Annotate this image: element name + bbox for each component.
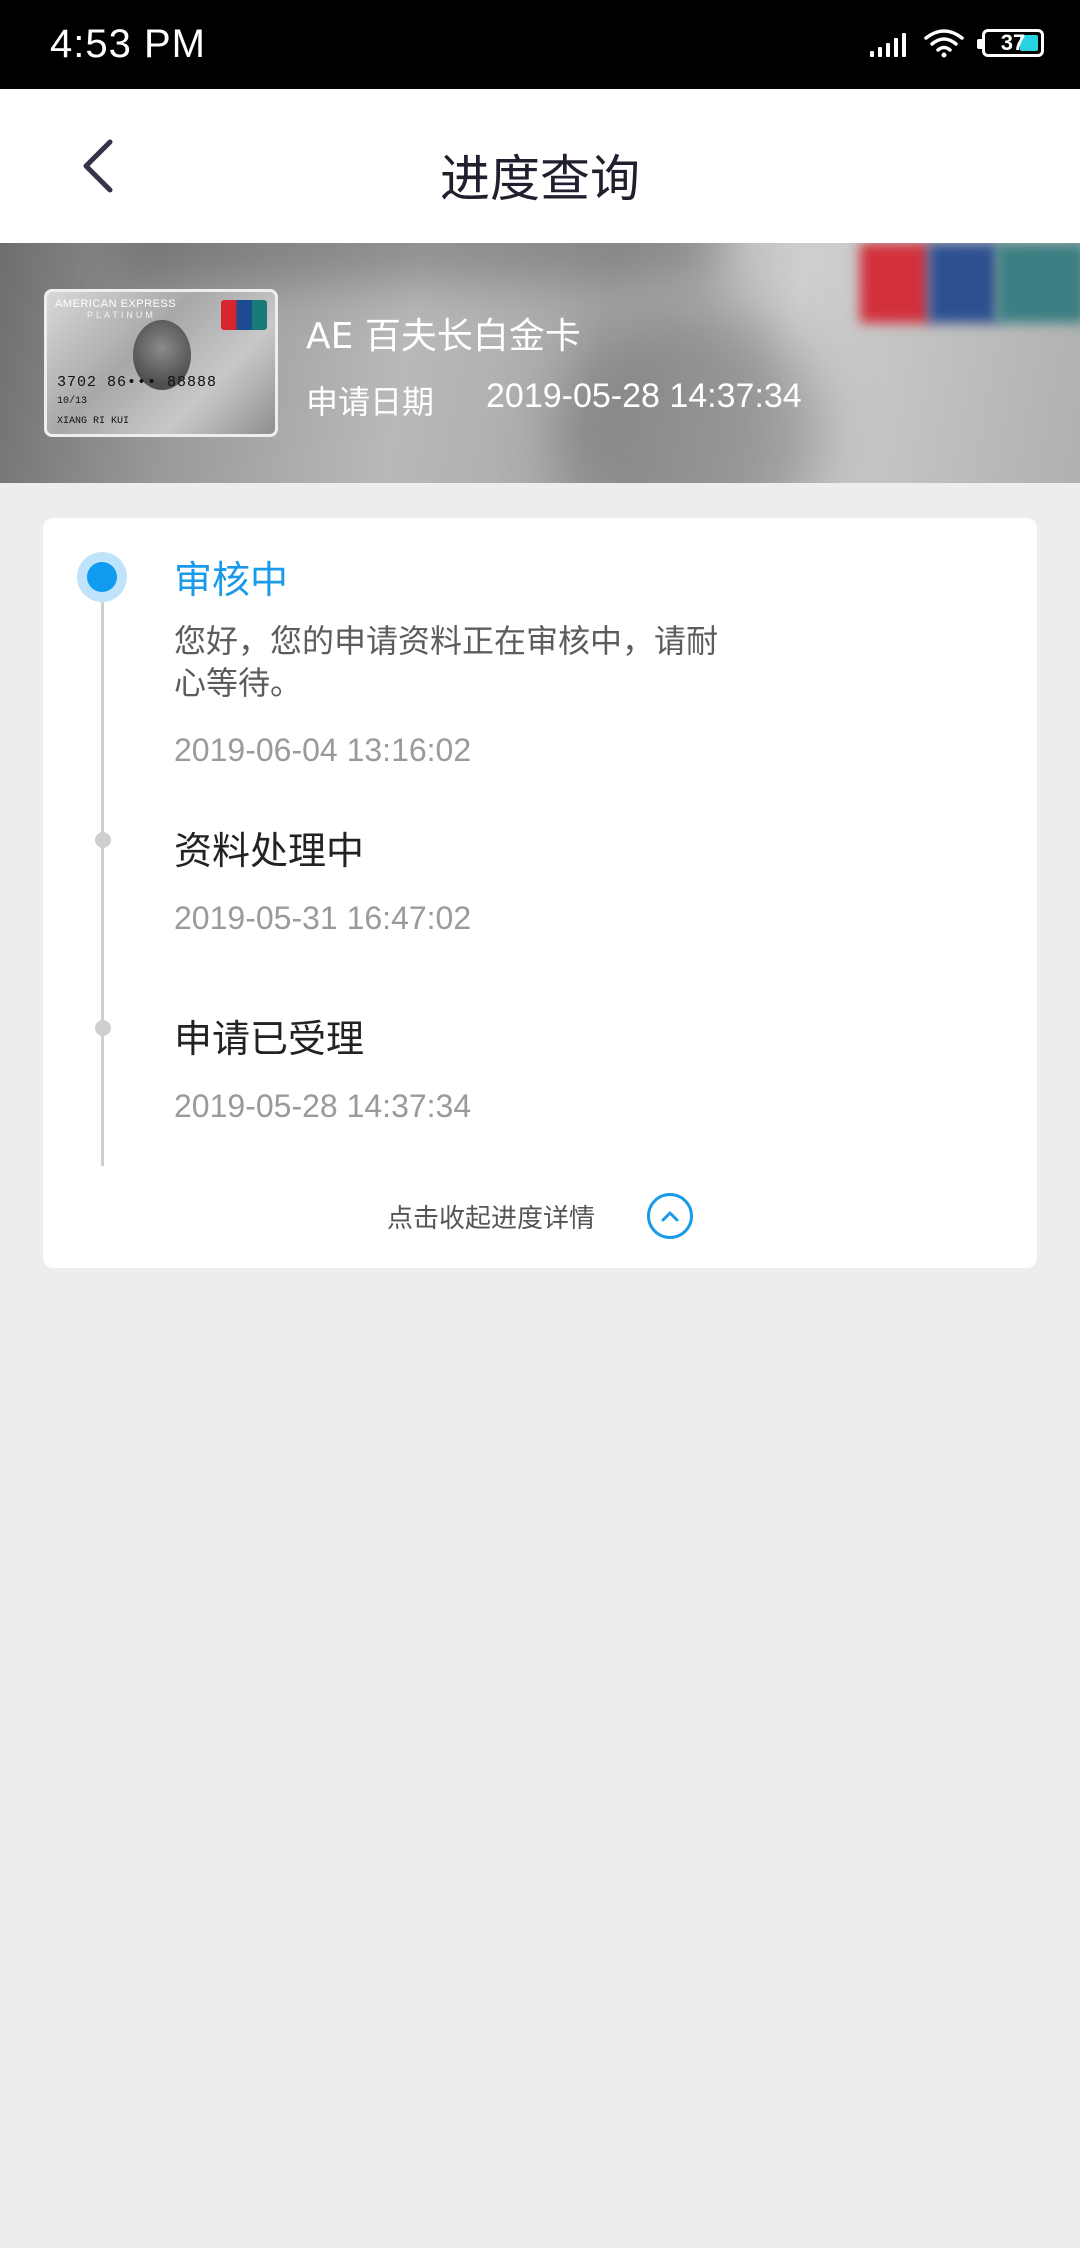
card-number: 3702 86••• 88888	[57, 374, 218, 391]
timeline-line	[101, 578, 104, 1166]
card-expiry: 10/13	[57, 396, 88, 407]
step-title-reviewing: 审核中	[174, 558, 289, 602]
card-holder: XIANG RI KUI	[57, 416, 130, 427]
card-brand: AMERICAN EXPRESS	[55, 298, 177, 310]
nav-bar: 进度查询	[0, 89, 1080, 243]
credit-card-image: AMERICAN EXPRESS PLATINUM 3702 86••• 888…	[44, 289, 278, 437]
application-date-label: 申请日期	[306, 383, 435, 421]
status-time: 4:53 PM	[50, 22, 206, 66]
step-title-processing: 资料处理中	[174, 829, 365, 873]
wifi-icon	[924, 28, 964, 58]
card-tier: PLATINUM	[87, 310, 156, 320]
status-icons: 37	[870, 28, 1044, 58]
progress-card: 审核中 您好，您的申请资料正在审核中，请耐心等待。 2019-06-04 13:…	[43, 518, 1037, 1268]
step-title-accepted: 申请已受理	[174, 1017, 365, 1061]
step-time-processing: 2019-05-31 16:47:02	[174, 900, 472, 936]
timeline-dot-active	[77, 552, 127, 602]
card-name: AE 百夫长白金卡	[306, 316, 581, 357]
battery-icon: 37	[977, 29, 1044, 57]
chevron-up-circle-icon[interactable]	[647, 1193, 693, 1239]
timeline-dot	[95, 1020, 111, 1036]
step-time-reviewing: 2019-06-04 13:16:02	[174, 732, 472, 768]
status-bar: 4:53 PM 37	[0, 0, 1080, 89]
application-date-value: 2019-05-28 14:37:34	[486, 377, 802, 415]
signal-icon	[870, 29, 906, 57]
card-banner: AMERICAN EXPRESS PLATINUM 3702 86••• 888…	[0, 243, 1080, 483]
step-time-accepted: 2019-05-28 14:37:34	[174, 1088, 472, 1124]
unionpay-logo	[221, 300, 267, 330]
battery-level: 37	[1000, 30, 1026, 55]
step-description: 您好，您的申请资料正在审核中，请耐心等待。	[174, 622, 719, 702]
collapse-progress-button[interactable]: 点击收起进度详情	[43, 1186, 1037, 1246]
timeline-dot	[95, 832, 111, 848]
page-title: 进度查询	[440, 150, 640, 208]
collapse-label: 点击收起进度详情	[386, 1203, 595, 1234]
